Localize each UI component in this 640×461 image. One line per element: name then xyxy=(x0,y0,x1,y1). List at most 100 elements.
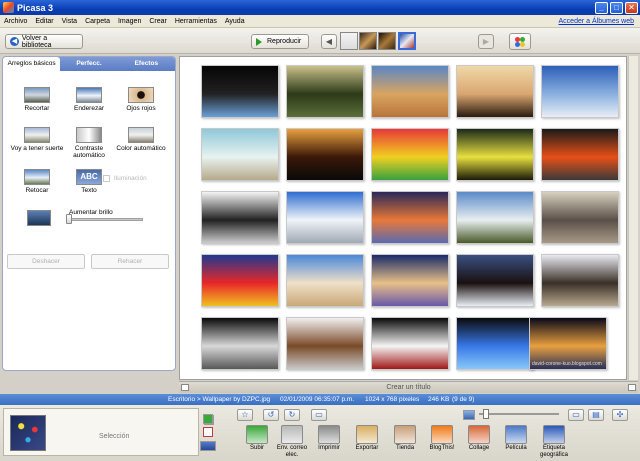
auto-contrast-tool[interactable]: Contraste automático xyxy=(61,127,117,159)
photo-dunes[interactable] xyxy=(286,254,364,307)
next-photo-button[interactable]: ▶ xyxy=(478,34,494,49)
clear-selection-icon[interactable] xyxy=(203,427,213,437)
photo-lights-road-image xyxy=(457,129,533,180)
caption-bar[interactable]: Crear un título xyxy=(179,381,638,393)
redeye-tool[interactable]: Ojos rojos xyxy=(113,87,169,112)
action-label: Collage xyxy=(468,445,490,451)
thumbnail-size-thumb[interactable] xyxy=(483,409,489,419)
photo-city-night[interactable]: david-corone-kuo.blogspot.com xyxy=(529,317,607,370)
photo-silhouette[interactable] xyxy=(286,128,364,181)
menu-editar[interactable]: Editar xyxy=(31,18,57,25)
thumbnail-size-slider[interactable] xyxy=(479,413,559,415)
color-view-button[interactable] xyxy=(509,33,531,50)
color-dots-icon xyxy=(515,36,525,47)
previous-photo-button[interactable]: ◀ xyxy=(321,34,337,49)
slideshow-play-button[interactable]: Reproducir xyxy=(251,34,309,49)
action-label: Env. correo elec. xyxy=(276,445,308,458)
print-action-button[interactable]: Imprimir xyxy=(312,425,346,452)
filmstrip-thumb-1[interactable] xyxy=(340,32,358,50)
view-color-button[interactable]: ✣ xyxy=(612,409,628,421)
brightness-slider-thumb[interactable] xyxy=(66,214,72,224)
selection-label: Selección xyxy=(99,433,130,440)
photo-carnival[interactable] xyxy=(201,254,279,307)
tab-tuning[interactable]: Perfecc. xyxy=(60,57,117,71)
tab-effects[interactable]: Efectos xyxy=(118,57,175,71)
email-action-button[interactable]: Env. correo elec. xyxy=(275,425,309,458)
photo-bottle[interactable] xyxy=(201,317,279,370)
shop-action-button[interactable]: Tienda xyxy=(388,425,422,452)
photo-cocacola[interactable] xyxy=(371,317,449,370)
menu-archivo[interactable]: Archivo xyxy=(0,18,31,25)
photo-flowers[interactable] xyxy=(541,128,619,181)
photo-boat[interactable] xyxy=(201,128,279,181)
view-thumbnails-button[interactable]: ▭ xyxy=(568,409,584,421)
blogger-action-button[interactable]: BlogThis! xyxy=(425,425,459,452)
photo-flowers-image xyxy=(542,129,618,180)
tray-options-icon[interactable] xyxy=(200,441,216,451)
straighten-tool[interactable]: Enderezar xyxy=(61,87,117,112)
minimize-button[interactable]: _ xyxy=(595,1,608,14)
photo-silhouette-image xyxy=(287,129,363,180)
photo-branches[interactable] xyxy=(456,254,534,307)
filmstrip-thumb-selected[interactable] xyxy=(398,32,416,50)
photo-cube-dark[interactable] xyxy=(201,65,279,118)
caption-trash-icon[interactable] xyxy=(628,384,636,391)
photo-dominoes[interactable] xyxy=(201,191,279,244)
photo-sunset-sea[interactable] xyxy=(371,191,449,244)
selected-photo-thumb[interactable] xyxy=(10,415,46,451)
menu-carpeta[interactable]: Carpeta xyxy=(81,18,114,25)
grid-scrollbar[interactable] xyxy=(628,56,638,380)
photo-sand-blue[interactable] xyxy=(371,254,449,307)
rotate-left-button[interactable]: ↺ xyxy=(263,409,279,421)
web-albums-link[interactable]: Acceder a Álbumes web xyxy=(559,18,640,25)
photo-elephant[interactable] xyxy=(286,65,364,118)
export-action-button[interactable]: Exportar xyxy=(350,425,384,452)
collage-action-button[interactable]: Collage xyxy=(462,425,496,452)
rotate-right-button[interactable]: ↻ xyxy=(284,409,300,421)
photo-lights-road[interactable] xyxy=(456,128,534,181)
menu-imagen[interactable]: Imagen xyxy=(114,18,145,25)
geotag-action-button[interactable]: Etiqueta geográfica xyxy=(537,425,571,458)
undo-button[interactable]: Deshacer xyxy=(7,254,85,269)
filmstrip-thumb-2[interactable] xyxy=(359,32,377,50)
action-label: BlogThis! xyxy=(429,445,455,451)
photo-cube-dark-image xyxy=(202,66,278,117)
photo-hills-sky[interactable] xyxy=(456,191,534,244)
menu-vista[interactable]: Vista xyxy=(58,18,81,25)
maximize-button[interactable]: □ xyxy=(610,1,623,14)
selection-tray[interactable]: Selección xyxy=(3,408,214,456)
auto-color-tool[interactable]: Color automático xyxy=(113,127,169,152)
movie-action-button[interactable]: Película xyxy=(499,425,533,452)
tab-basic-fixes[interactable]: Arreglos básicos xyxy=(3,57,61,71)
menu-ayuda[interactable]: Ayuda xyxy=(221,18,249,25)
photo-desert[interactable] xyxy=(371,65,449,118)
crop-tool[interactable]: Recortar xyxy=(9,87,65,112)
star-button[interactable]: ☆ xyxy=(237,409,253,421)
photo-winter-trees[interactable] xyxy=(541,254,619,307)
caption-toggle[interactable] xyxy=(181,384,189,391)
photo-building[interactable] xyxy=(286,191,364,244)
redo-button[interactable]: Rehacer xyxy=(91,254,169,269)
photo-pencils[interactable] xyxy=(371,128,449,181)
blogger-icon xyxy=(431,425,453,444)
photo-eiffel[interactable] xyxy=(541,191,619,244)
close-button[interactable]: ✕ xyxy=(625,1,638,14)
filmstrip-thumb-3[interactable] xyxy=(378,32,396,50)
retouch-tool[interactable]: Retocar xyxy=(9,169,65,194)
photo-tree-sunset[interactable] xyxy=(456,65,534,118)
crop-button[interactable]: ▭ xyxy=(311,409,327,421)
menu-crear[interactable]: Crear xyxy=(145,18,171,25)
brightness-slider[interactable] xyxy=(67,218,143,221)
photo-trees-sky[interactable] xyxy=(541,65,619,118)
photo-glass[interactable] xyxy=(456,317,534,370)
back-to-library-button[interactable]: ◀ Volver a biblioteca xyxy=(5,34,83,49)
view-details-button[interactable]: ▤ xyxy=(588,409,604,421)
action-label: Subir xyxy=(249,445,264,451)
menu-herramientas[interactable]: Herramientas xyxy=(171,18,221,25)
status-date: 02/01/2009 06:35:07 p.m. xyxy=(280,396,355,403)
pin-green-icon[interactable] xyxy=(203,414,213,424)
lucky-tool[interactable]: Voy a tener suerte xyxy=(9,127,65,152)
action-label: Exportar xyxy=(355,445,379,451)
upload-action-button[interactable]: Subir xyxy=(240,425,274,452)
photo-coffee[interactable] xyxy=(286,317,364,370)
